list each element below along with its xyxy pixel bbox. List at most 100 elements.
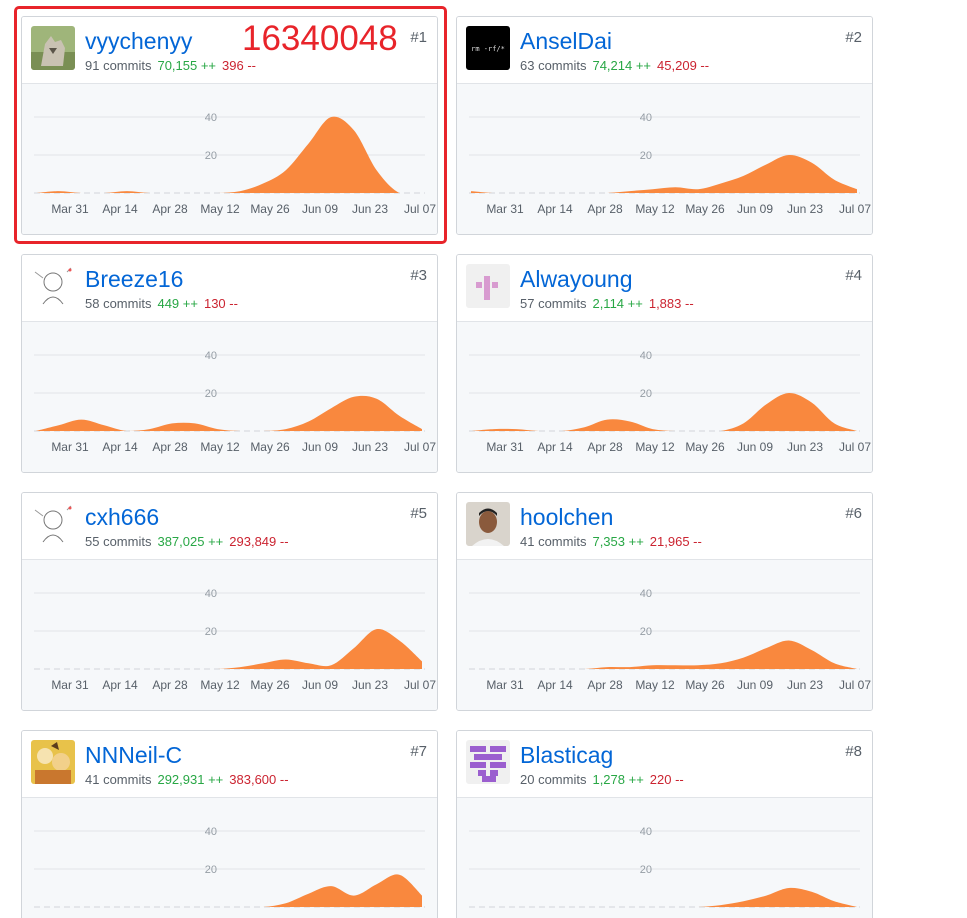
contributor-username-link[interactable]: cxh666: [85, 502, 159, 532]
y-tick-label: 20: [640, 150, 652, 162]
x-tick-label: May 26: [685, 202, 725, 216]
deletions-count: 220 --: [649, 772, 684, 787]
contributor-header: Blasticag 20 commits 1,278 ++ 220 -- #8: [457, 731, 872, 797]
x-tick-label: May 26: [685, 440, 725, 454]
activity-svg: 2040Mar 31Apr 14Apr 28May 12May 26Jun 09…: [469, 350, 871, 454]
activity-svg: 2040Mar 31Apr 14Apr 28May 12May 26Jun 09…: [34, 826, 436, 918]
x-tick-label: Jun 23: [787, 202, 823, 216]
additions-count: 387,025 ++: [157, 534, 224, 549]
x-tick-label: Mar 31: [486, 678, 524, 692]
x-tick-label: Jun 23: [787, 678, 823, 692]
activity-svg: 2040Mar 31Apr 14Apr 28May 12May 26Jun 09…: [469, 112, 871, 216]
additions-count: 70,155 ++: [157, 58, 217, 73]
x-tick-label: May 26: [250, 202, 290, 216]
commit-count: 57 commits: [520, 296, 587, 311]
contributor-rank: #2: [845, 29, 862, 46]
x-tick-label: May 12: [635, 678, 675, 692]
pixel-identicon-pink[interactable]: [466, 264, 510, 308]
contributor-rank: #4: [845, 267, 862, 284]
x-tick-label: Apr 28: [587, 440, 623, 454]
contributor-card: rm -rf/* AnselDai 63 commits 74,214 ++ 45,20…: [456, 16, 873, 235]
x-tick-label: Jun 23: [787, 440, 823, 454]
sketch-girl-avatar[interactable]: [31, 502, 75, 546]
commit-activity-chart: 2040Mar 31Apr 14Apr 28May 12May 26Jun 09…: [22, 559, 437, 710]
y-tick-label: 20: [205, 388, 217, 400]
x-tick-label: Mar 31: [51, 202, 89, 216]
additions-count: 2,114 ++: [592, 296, 643, 311]
commit-count: 55 commits: [85, 534, 152, 549]
wolf-photo-avatar[interactable]: [31, 26, 75, 70]
commit-activity-area: [36, 395, 422, 431]
y-tick-label: 40: [205, 350, 217, 362]
contributor-rank: #3: [410, 267, 427, 284]
y-tick-label: 20: [205, 626, 217, 638]
activity-svg: 2040Mar 31Apr 14Apr 28May 12May 26Jun 09…: [469, 826, 871, 918]
y-tick-label: 40: [640, 350, 652, 362]
contributor-username-link[interactable]: Blasticag: [520, 740, 613, 770]
contributor-stats: 91 commits 70,155 ++ 396 --: [85, 58, 256, 74]
student-id-annotation: 16340048: [242, 19, 398, 58]
contributors-grid: vyychenyy 91 commits 70,155 ++ 396 -- #1 20 40…: [0, 0, 967, 918]
y-tick-label: 40: [205, 588, 217, 600]
x-tick-label: Apr 28: [152, 202, 188, 216]
y-tick-label: 40: [640, 112, 652, 124]
contributor-header: rm -rf/* AnselDai 63 commits 74,214 ++ 45,20…: [457, 17, 872, 83]
y-tick-label: 20: [640, 626, 652, 638]
commit-activity-area: [36, 874, 422, 907]
activity-svg: 2040Mar 31Apr 14Apr 28May 12May 26Jun 09…: [34, 588, 436, 692]
contributor-header: NNNeil-C 41 commits 292,931 ++ 383,600 -- #7: [22, 731, 437, 797]
pixel-identicon-purple[interactable]: [466, 740, 510, 784]
commit-activity-chart: 2040Mar 31Apr 14Apr 28May 12May 26Jun 09…: [22, 797, 437, 918]
x-tick-label: Apr 14: [102, 202, 138, 216]
x-tick-label: May 12: [635, 440, 675, 454]
deletions-count: 45,209 --: [657, 58, 710, 73]
commit-activity-area: [471, 154, 857, 193]
anime-avatar[interactable]: [31, 740, 75, 784]
contributor-rank: #5: [410, 505, 427, 522]
y-tick-label: 40: [640, 826, 652, 838]
y-tick-label: 20: [205, 150, 217, 162]
terminal-avatar[interactable]: rm -rf/*: [466, 26, 510, 70]
contributor-header: cxh666 55 commits 387,025 ++ 293,849 -- #5: [22, 493, 437, 559]
commit-activity-chart: 2040Mar 31Apr 14Apr 28May 12May 26Jun 09…: [457, 83, 872, 234]
deletions-count: 383,600 --: [229, 772, 289, 787]
contributor-card: NNNeil-C 41 commits 292,931 ++ 383,600 -- #7…: [21, 730, 438, 918]
x-tick-label: Jun 09: [737, 440, 773, 454]
commit-activity-area: [36, 628, 422, 669]
contributor-username-link[interactable]: AnselDai: [520, 26, 612, 56]
x-tick-label: Apr 14: [102, 678, 138, 692]
x-tick-label: Jun 09: [737, 678, 773, 692]
x-tick-label: Mar 31: [486, 440, 524, 454]
x-tick-label: Jun 09: [302, 202, 338, 216]
x-tick-label: Apr 28: [587, 678, 623, 692]
x-tick-label: Apr 14: [537, 440, 573, 454]
y-tick-label: 40: [205, 826, 217, 838]
y-tick-label: 40: [640, 588, 652, 600]
deletions-count: 130 --: [203, 296, 238, 311]
x-tick-label: Apr 28: [152, 440, 188, 454]
additions-count: 1,278 ++: [592, 772, 644, 787]
x-tick-label: Jul 07: [404, 440, 436, 454]
contributor-header: Breeze16 58 commits 449 ++ 130 -- #3: [22, 255, 437, 321]
contributor-header: hoolchen 41 commits 7,353 ++ 21,965 -- #6: [457, 493, 872, 559]
contributor-rank: #7: [410, 743, 427, 760]
contributor-stats: 57 commits 2,114 ++ 1,883 --: [520, 296, 694, 312]
contributor-username-link[interactable]: Alwayoung: [520, 264, 633, 294]
contributor-stats: 41 commits 7,353 ++ 21,965 --: [520, 534, 702, 550]
contributor-username-link[interactable]: Breeze16: [85, 264, 183, 294]
x-tick-label: May 12: [200, 678, 240, 692]
x-tick-label: May 12: [200, 202, 240, 216]
sketch-girl-avatar[interactable]: [31, 264, 75, 308]
contributor-username-link[interactable]: vyychenyy: [85, 26, 192, 56]
contributor-username-link[interactable]: hoolchen: [520, 502, 613, 532]
person-photo-avatar[interactable]: [466, 502, 510, 546]
contributor-stats: 55 commits 387,025 ++ 293,849 --: [85, 534, 289, 550]
x-tick-label: Jul 07: [839, 202, 871, 216]
commit-activity-chart: 2040Mar 31Apr 14Apr 28May 12May 26Jun 09…: [457, 559, 872, 710]
y-tick-label: 20: [205, 864, 217, 876]
contributor-card: hoolchen 41 commits 7,353 ++ 21,965 -- #6 20 4…: [456, 492, 873, 711]
x-tick-label: Apr 28: [152, 678, 188, 692]
x-tick-label: Apr 14: [537, 202, 573, 216]
contributor-username-link[interactable]: NNNeil-C: [85, 740, 182, 770]
commit-activity-area: [471, 392, 857, 431]
